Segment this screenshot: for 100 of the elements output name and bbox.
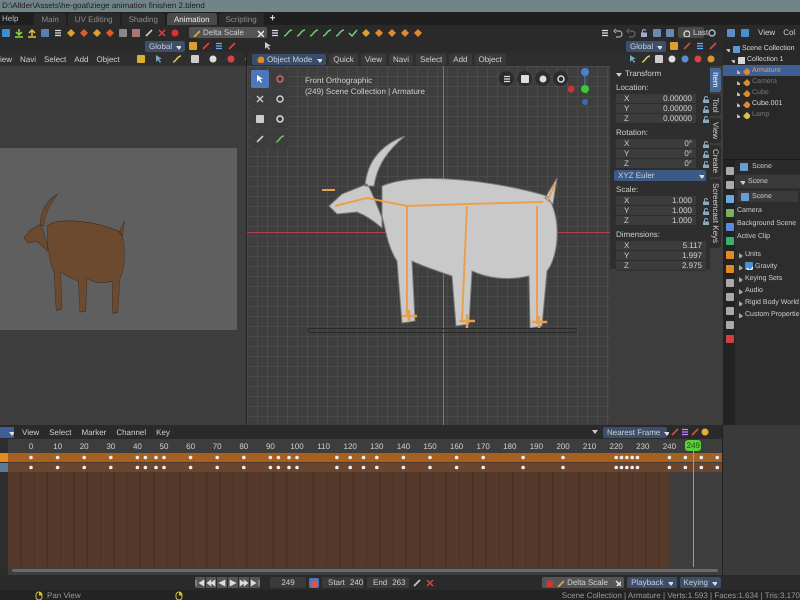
jump-end-button[interactable] [250,577,260,588]
orientation-dropdown[interactable]: Global [626,40,666,52]
checkbox[interactable] [745,262,753,270]
workspace-tab[interactable]: Shading [122,13,165,25]
menu-button[interactable]: Quick [329,54,358,64]
delete-icon [425,578,435,588]
file-icon [1,28,11,38]
menu-button[interactable]: View [360,54,386,64]
select-button[interactable] [251,70,269,88]
undo-icon [613,28,623,38]
menu-dropdown[interactable]: Playback [627,577,677,588]
clear-icon [256,28,264,36]
start-field[interactable]: Start 240 [322,577,364,588]
number-field[interactable]: X 0.00000 [616,94,696,104]
mouse-icon [174,590,183,600]
number-field[interactable]: Y 0° [616,149,696,159]
sidebar-tab[interactable]: Tool [710,94,721,116]
play-button[interactable] [228,577,238,588]
frame-number: 50 [158,442,170,451]
download-icon [14,28,24,38]
menu-item[interactable]: Key [156,428,170,436]
menu-item[interactable]: Channel [116,428,146,436]
sidebar-tab[interactable]: View [710,118,721,144]
number-field[interactable]: Z 2.975 [616,261,706,271]
menu-button[interactable]: Navi [389,54,414,64]
status-hint: Pan View [47,590,81,600]
menu-dropdown[interactable]: Keying [680,577,721,588]
number-field[interactable]: X 1.000 [616,196,696,206]
workspace-tab[interactable]: Scripting [218,13,264,25]
menu-button[interactable]: Add [449,54,472,64]
menu-item[interactable]: Select [49,428,72,436]
snap-icon [669,41,679,51]
jump-start-button[interactable] [195,577,205,588]
workspace-tab[interactable]: UV Editing [68,13,120,25]
sidebar-tab[interactable]: Screencast Keys [710,179,721,248]
scrollbar[interactable] [12,569,718,572]
keying-set-field[interactable]: Delta Scale [189,27,267,38]
number-field[interactable]: Y 0.00000 [616,104,696,114]
number-field[interactable]: Z 1.000 [616,216,696,226]
previous-keyframe-icon [206,578,216,588]
menu-item[interactable]: Add [74,54,88,64]
number-field[interactable]: Y 1.000 [616,206,696,216]
menu-item[interactable]: iew [0,54,12,64]
next-keyframe-button[interactable] [239,577,249,588]
menu-item[interactable]: Col [783,28,796,37]
add-tab-button[interactable]: + [266,13,280,24]
sidebar-tab[interactable]: Create [710,145,721,178]
scene-icon [740,192,749,201]
current-frame-badge[interactable]: 249 [685,440,702,451]
menu-button[interactable]: Select [416,54,446,64]
frame-number: 20 [78,442,90,451]
auto-key-button[interactable] [309,578,319,588]
number-field[interactable]: Y 1.997 [616,251,706,261]
check-icon [348,28,358,38]
window-title: D:\Allder\Assets\he-goat\ziege animation finishen 2.blend [2,1,205,10]
menu-item[interactable]: Object [96,54,120,64]
menu-item[interactable]: View [22,428,40,436]
mode-dropdown[interactable]: Object Mode [252,54,326,64]
frame-number: 190 [528,442,544,451]
end-field[interactable]: End 263 [367,577,409,588]
redo-icon [626,28,636,38]
frame-number: 40 [132,442,143,451]
keying-set-field[interactable]: Delta Scale [542,577,624,588]
orientation-dropdown[interactable]: Global [145,40,185,52]
frame-number: 110 [316,442,331,451]
workspace-tab[interactable]: Main [34,13,66,25]
frame-number: 70 [212,442,223,451]
menu-item[interactable]: Help [2,14,18,23]
sidebar-tab[interactable]: Item [710,68,721,92]
cursor-icon [263,41,273,51]
image-icon [40,28,50,38]
scene-icon [739,162,748,171]
frame-number: 160 [448,442,464,451]
menu-item[interactable]: Marker [81,428,106,436]
select-box-icon [136,54,146,64]
overlay-icon [654,54,664,64]
previous-keyframe-button[interactable] [206,577,216,588]
play-icon [228,578,238,588]
menu-button[interactable]: Object [474,54,506,64]
grid-button[interactable] [499,71,514,86]
lock-icon [701,217,709,225]
menu-item[interactable]: View [758,28,776,37]
number-field[interactable]: X 5.117 [616,241,706,251]
number-field[interactable]: Z 0° [616,159,696,169]
layout-icon [726,28,736,38]
shading-icon [226,54,236,64]
snap-dropdown[interactable]: Nearest Frame [603,426,667,438]
frame-field[interactable]: 249 [270,577,306,588]
workspace-tab[interactable]: Animation [166,13,217,25]
menu-item[interactable]: Select [44,54,66,64]
caret-icon [710,579,717,586]
circle-select-icon [275,74,285,84]
number-field[interactable]: X 0° [616,139,696,149]
frame-number: 200 [555,442,571,451]
editor-type-dropdown[interactable] [0,426,14,438]
number-field[interactable]: Z 0.00000 [616,114,696,124]
play-reverse-button[interactable] [217,577,227,588]
rotation-mode-dropdown[interactable]: XYZ Euler [614,170,706,181]
menu-item[interactable]: Navi [20,54,36,64]
frame-number: 60 [185,442,196,451]
